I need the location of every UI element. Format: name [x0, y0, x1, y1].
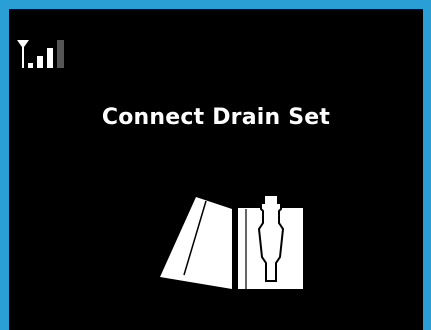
signal-strength-icon	[17, 40, 64, 68]
display-screen: Connect Drain Set	[9, 9, 423, 330]
device-frame: Connect Drain Set	[0, 0, 431, 330]
drain-set-connection-icon	[160, 194, 303, 289]
page-title: Connect Drain Set	[101, 105, 331, 130]
